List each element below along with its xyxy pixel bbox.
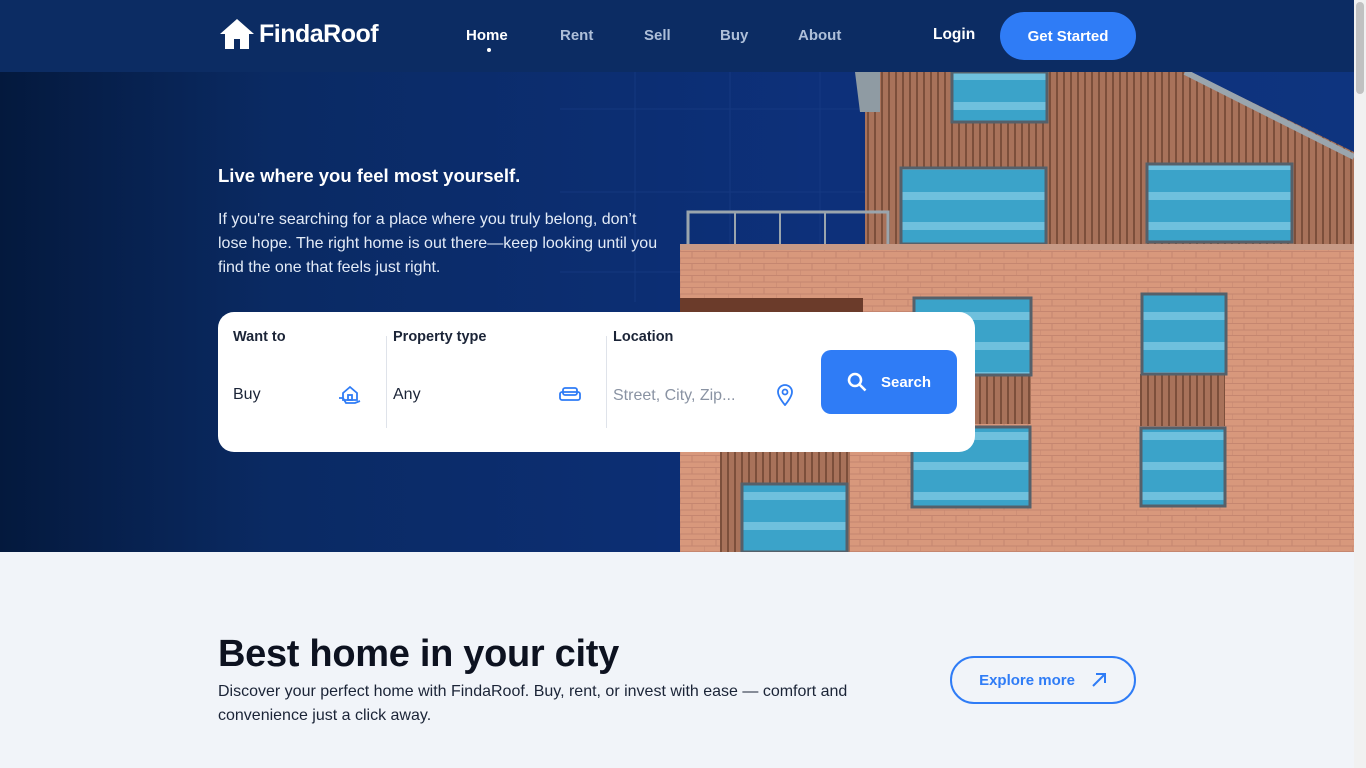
explore-more-label: Explore more [979,671,1075,689]
nav-rent[interactable]: Rent [560,27,593,44]
search-button-label: Search [880,373,932,391]
nav-about[interactable]: About [798,27,841,44]
logo-text: FindaRoof [259,19,379,48]
location-label: Location [613,329,674,345]
want-to-label: Want to [233,329,286,345]
want-to-select[interactable]: Buy [233,386,261,404]
house-logo-icon [220,19,254,49]
hero-description: If you're searching for a place where yo… [218,211,658,276]
explore-more-button[interactable]: Explore more [950,656,1136,704]
nav-home[interactable]: Home [466,27,508,44]
arrow-up-right-icon [1092,673,1106,687]
scrollbar-thumb[interactable] [1356,2,1364,94]
hand-house-icon [338,384,362,411]
search-icon [847,372,867,392]
nav-buy[interactable]: Buy [720,27,748,44]
field-divider [606,336,607,428]
page-scrollbar[interactable] [1354,0,1366,768]
logo[interactable]: FindaRoof [219,18,379,50]
sofa-icon [559,386,581,407]
map-pin-icon [776,384,794,411]
property-type-select[interactable]: Any [393,386,421,404]
property-type-label: Property type [393,329,487,345]
get-started-button[interactable]: Get Started [1000,12,1136,60]
search-button[interactable]: Search [821,350,957,414]
section-description: Discover your perfect home with FindaRoo… [218,683,848,724]
property-search-card: Want to Buy Property type Any Location S… [218,312,975,452]
section-title: Best home in your city [218,633,619,675]
login-link[interactable]: Login [933,26,975,44]
nav-sell[interactable]: Sell [644,27,671,44]
field-divider [386,336,387,428]
location-input[interactable]: Street, City, Zip... [613,387,735,405]
hero-section: Live where you feel most yourself. If yo… [0,72,1354,552]
active-nav-indicator [487,48,491,52]
site-header: FindaRoof Home Rent Sell Buy About Login… [0,0,1354,72]
hero-tagline: Live where you feel most yourself. [218,165,521,186]
